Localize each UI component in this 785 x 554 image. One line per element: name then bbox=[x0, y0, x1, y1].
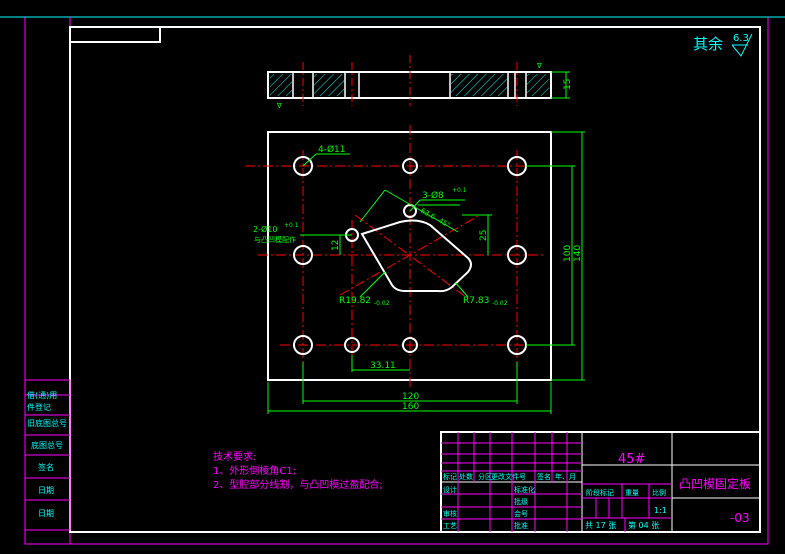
dim-25-text: 25 bbox=[479, 230, 489, 241]
strip-label: 日期 bbox=[38, 509, 54, 518]
leader-radius bbox=[454, 281, 469, 298]
role-label: 会号 bbox=[514, 509, 528, 518]
change-header: 分区 bbox=[478, 472, 492, 481]
change-header: 标记 bbox=[443, 472, 457, 481]
scale: 1:1 bbox=[654, 506, 667, 515]
strip-label: 旧底图总号 bbox=[27, 418, 67, 428]
roughness-mini: ∇ bbox=[276, 102, 282, 110]
part-name: 凸凹模固定板 bbox=[679, 476, 751, 491]
radius-right-tol: -0.02 bbox=[492, 300, 508, 307]
cavity-outline bbox=[360, 219, 472, 293]
change-header: 处数 bbox=[459, 472, 473, 481]
sheet-total: 共 17 张 bbox=[585, 521, 616, 530]
stage-header: 比例 bbox=[652, 488, 666, 497]
left-strip: 借(通)用 件登记 旧底图总号 底图总号 签名 日期 日期 bbox=[24, 379, 71, 531]
dim-100-text: 100 bbox=[563, 245, 573, 262]
tech-notes-line: 2、型腔部分线割，与凸凹模过盈配合; bbox=[213, 478, 383, 491]
radius-left-tol: -0.02 bbox=[374, 300, 390, 307]
role-label: 批级 bbox=[514, 497, 528, 506]
dim-3311-text: 33.11 bbox=[370, 361, 396, 371]
roughness-value: 6.3 bbox=[733, 33, 749, 44]
material: 45# bbox=[618, 452, 645, 467]
hatch-3 bbox=[451, 74, 507, 96]
hatch-4 bbox=[527, 74, 549, 96]
strip-label: 签名 bbox=[38, 462, 54, 472]
role-label: 批准 bbox=[514, 521, 528, 530]
change-header: 签名 bbox=[537, 472, 551, 481]
sheet-no: 第 04 张 bbox=[628, 520, 659, 530]
strip-label: 底图总号 bbox=[31, 440, 63, 450]
tech-notes: 技术要求: 1、外形倒棱角C1; 2、型腔部分线割，与凸凹模过盈配合; bbox=[213, 450, 383, 491]
radius-left: R19.82 bbox=[339, 296, 371, 306]
dim-15-text: 15 bbox=[563, 79, 573, 90]
plan-view: 120 160 33.11 100 140 12 25 63.6 45° 4-Ø… bbox=[245, 125, 585, 414]
section-view: 15 ∇ ∇ bbox=[267, 55, 573, 110]
tech-notes-title: 技术要求: bbox=[213, 450, 256, 463]
inner-border bbox=[69, 26, 761, 533]
hole-callout-top: 3-Ø8 bbox=[422, 190, 444, 201]
title-block: 标记 处数 分区 更改文件号 签名 年、月 设计 审核 工艺 标准化 批级 会号… bbox=[440, 431, 761, 533]
dim-diag bbox=[359, 189, 386, 223]
roughness-symbol: 其余 6.3 bbox=[693, 33, 753, 57]
strip-label: 日期 bbox=[38, 486, 54, 495]
hole-callout-left-tol: +0.1 bbox=[284, 222, 299, 229]
roughness-prefix: 其余 bbox=[693, 35, 723, 53]
radius-right: R7.83 bbox=[463, 296, 489, 306]
strip-label: 借(通)用 bbox=[27, 390, 57, 400]
hole-callout-corner: 4-Ø11 bbox=[318, 144, 346, 155]
role-label: 工艺 bbox=[443, 522, 457, 530]
role-label: 审核 bbox=[443, 509, 457, 518]
hatch-1 bbox=[270, 74, 292, 96]
strip-label: 件登记 bbox=[27, 402, 51, 412]
roughness-mini: ∇ bbox=[536, 62, 542, 70]
hole-callout-left: 2-Ø10 bbox=[253, 224, 277, 234]
small-label-a: 63.6 bbox=[419, 207, 437, 222]
hole-callout-left-note: 与凸凹模配作 bbox=[254, 235, 296, 244]
hatch-2 bbox=[314, 74, 344, 96]
role-label: 标准化 bbox=[514, 485, 535, 494]
drawing-number-box bbox=[69, 26, 161, 43]
leader-corner bbox=[302, 153, 317, 167]
dim-12-text: 12 bbox=[331, 240, 341, 251]
tech-notes-line: 1、外形倒棱角C1; bbox=[213, 464, 296, 477]
cad-drawing: 其余 6.3 15 ∇ ∇ 120 160 33.11 100 140 12 2… bbox=[0, 16, 785, 545]
dim-140-text: 140 bbox=[573, 245, 583, 262]
hole-callout-top-tol: +0.1 bbox=[452, 187, 467, 194]
leader-radius bbox=[359, 271, 386, 298]
dim-120-text: 120 bbox=[402, 392, 419, 402]
drawing-no: -03 bbox=[730, 511, 750, 525]
stage-header: 重量 bbox=[625, 489, 639, 497]
change-header: 更改文件号 bbox=[491, 472, 526, 481]
stage-header: 阶段标记 bbox=[586, 488, 614, 497]
change-header: 年、月 bbox=[555, 472, 576, 481]
dim-160-text: 160 bbox=[402, 402, 419, 412]
role-label: 设计 bbox=[443, 485, 457, 494]
